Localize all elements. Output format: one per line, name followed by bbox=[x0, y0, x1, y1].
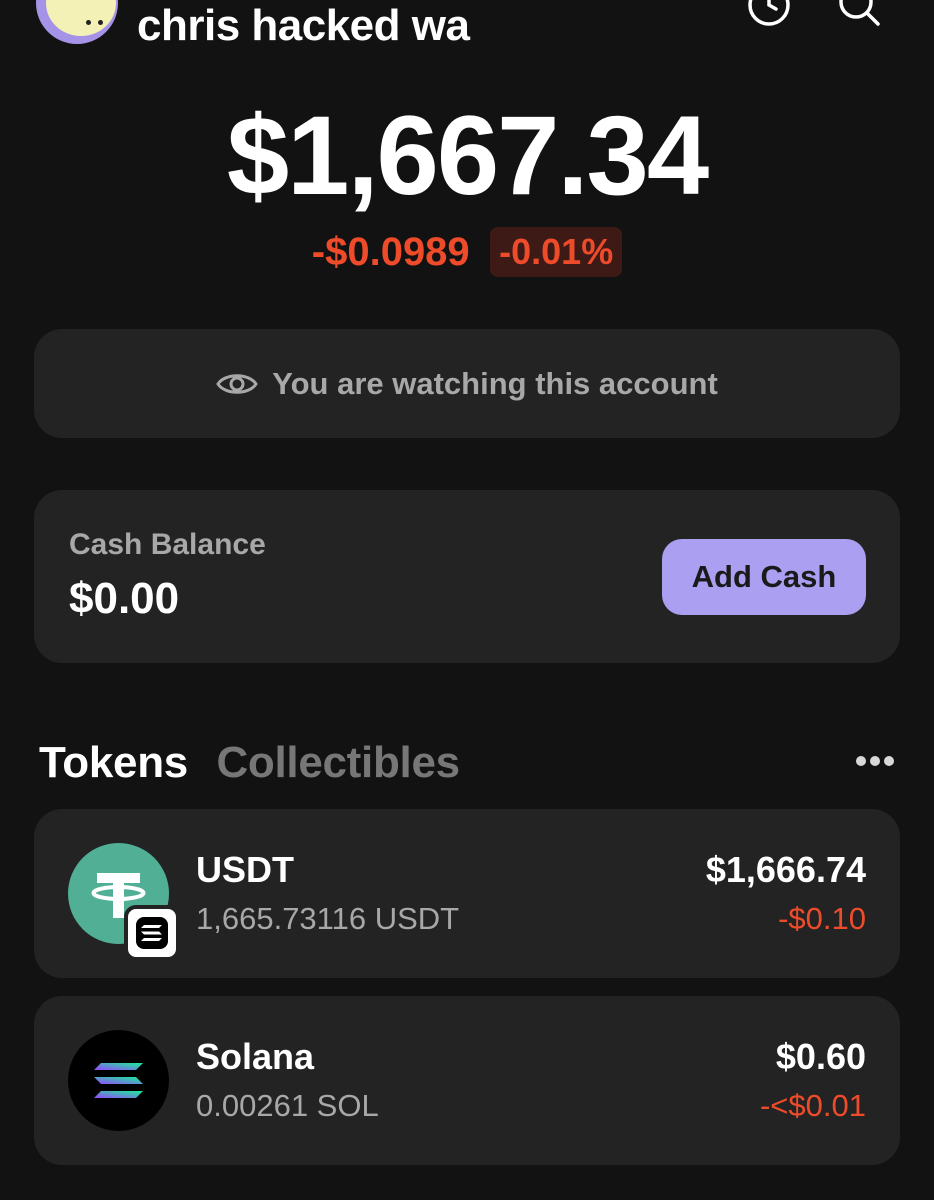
tab-tokens[interactable]: Tokens bbox=[39, 736, 188, 790]
token-quantity: 1,665.73116 USDT bbox=[196, 901, 460, 936]
token-change: -$0.10 bbox=[778, 901, 866, 936]
add-cash-button[interactable]: Add Cash bbox=[662, 539, 866, 615]
clock-icon[interactable] bbox=[746, 0, 792, 28]
token-value: $1,666.74 bbox=[705, 849, 866, 890]
account-name[interactable]: chris hacked wa bbox=[137, 2, 470, 50]
solana-logo-icon bbox=[68, 1030, 169, 1131]
token-change: -<$0.01 bbox=[759, 1088, 866, 1123]
avatar-eye-left bbox=[86, 20, 91, 25]
header: chris hacked wa bbox=[0, 0, 934, 60]
balance-change-percent-badge: -0.01% bbox=[490, 227, 623, 277]
more-horizontal-icon[interactable] bbox=[850, 748, 898, 776]
asset-tabs: Tokens Collectibles bbox=[39, 736, 484, 790]
token-name: USDT bbox=[196, 849, 294, 890]
avatar-eye-right bbox=[98, 20, 103, 25]
cash-balance-card: Cash Balance $0.00 Add Cash bbox=[34, 490, 900, 663]
avatar[interactable] bbox=[36, 0, 118, 44]
cash-balance-value: $0.00 bbox=[69, 574, 180, 623]
balance-change-amount: -$0.0989 bbox=[311, 230, 470, 274]
token-row-solana[interactable]: Solana 0.00261 SOL $0.60 -<$0.01 bbox=[34, 996, 900, 1165]
total-balance: $1,667.34 bbox=[226, 93, 709, 218]
watching-account-text: You are watching this account bbox=[272, 365, 718, 401]
cash-balance-label: Cash Balance bbox=[69, 528, 266, 561]
solana-chain-badge-icon bbox=[124, 905, 180, 961]
balance-change-row: -$0.0989 -0.01% bbox=[0, 226, 934, 278]
eye-icon bbox=[216, 373, 258, 394]
avatar-ghost-icon bbox=[46, 0, 116, 36]
search-icon[interactable] bbox=[836, 0, 882, 28]
token-name: Solana bbox=[196, 1036, 315, 1077]
token-quantity: 0.00261 SOL bbox=[196, 1088, 379, 1123]
watching-account-banner: You are watching this account bbox=[34, 329, 900, 438]
tab-collectibles[interactable]: Collectibles bbox=[216, 736, 460, 790]
token-value: $0.60 bbox=[775, 1036, 866, 1077]
token-row-usdt[interactable]: USDT 1,665.73116 USDT $1,666.74 -$0.10 bbox=[34, 809, 900, 978]
